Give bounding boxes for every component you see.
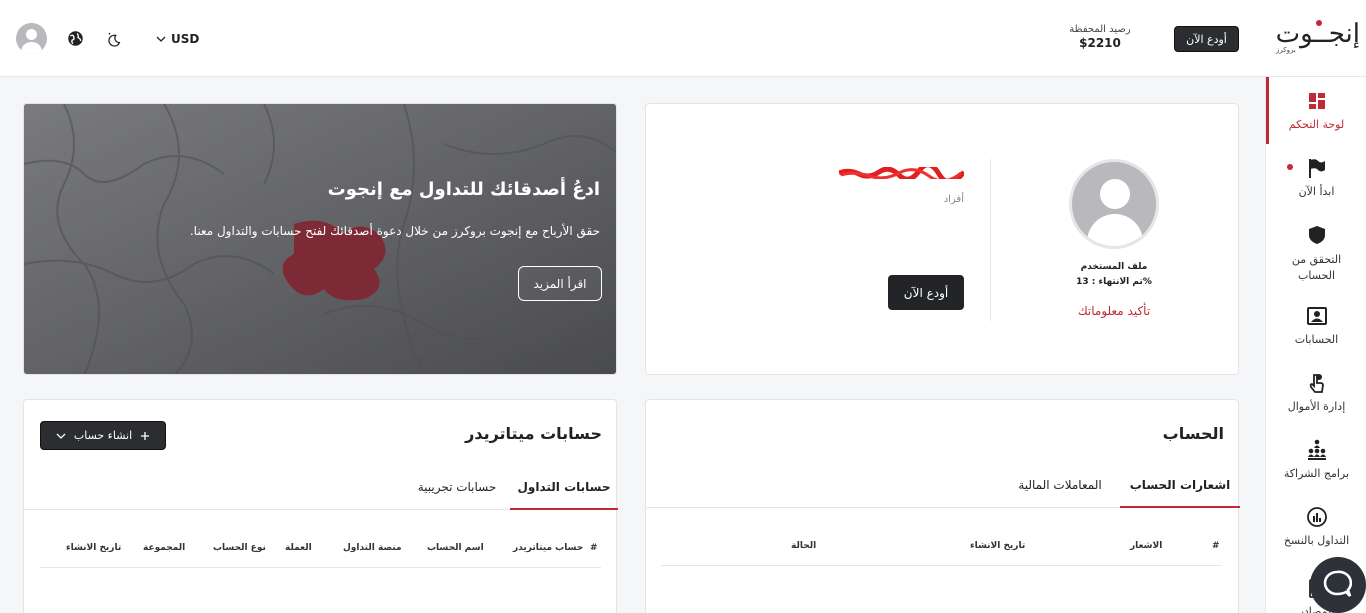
tab-financial-transactions[interactable]: المعاملات المالية: [1000, 468, 1120, 508]
dark-mode-icon[interactable]: [105, 30, 123, 48]
sidebar-item-label: لوحة التحكم: [1288, 118, 1345, 131]
redacted-username: [839, 167, 964, 179]
header-deposit-button[interactable]: أودع الآن: [1174, 26, 1239, 52]
currency-selector[interactable]: USD: [155, 30, 199, 48]
promo-description: حقق الأرباح مع إنجوت بروكرز من خلال دعوة…: [189, 224, 600, 238]
tab-trading-accounts[interactable]: حسابات التداول: [510, 470, 618, 510]
sidebar-item-label: التداول بالنسخ: [1283, 534, 1350, 547]
sidebar-item-label: الحسابات: [1294, 333, 1339, 346]
profile-completion: تم الانتهاء : 13%: [1076, 277, 1152, 287]
funds-icon: [1309, 374, 1324, 393]
create-account-button[interactable]: انشاء حساب: [40, 421, 166, 450]
create-account-label: انشاء حساب: [73, 429, 133, 442]
accounts-icon: [1306, 307, 1327, 325]
profile-divider: [990, 159, 991, 321]
col-trading-platform: منصة التداول: [343, 543, 402, 553]
col-number: #: [1212, 541, 1220, 551]
account-type: أفراد: [943, 194, 964, 205]
col-group: المجموعة: [143, 543, 186, 553]
table-header-divider: [40, 567, 601, 568]
globe-icon[interactable]: [67, 30, 84, 47]
partnership-icon: [1307, 439, 1326, 460]
currency-label: USD: [171, 32, 200, 46]
logo-subtext: بروكرز: [1276, 46, 1296, 54]
balance-label: رصيد المحفظة: [1069, 24, 1131, 35]
profile-title: ملف المستخدم: [1080, 262, 1148, 272]
live-chat-button[interactable]: [1310, 557, 1366, 613]
deposit-button[interactable]: أودع الآن: [888, 275, 964, 310]
col-account-type: نوع الحساب: [213, 543, 266, 553]
shield-icon: [1308, 226, 1325, 244]
col-currency: العملة: [285, 543, 312, 553]
brand-logo[interactable]: إنجــوت بروكرز: [1272, 18, 1360, 58]
sidebar-item-label: ابدأ الآن: [1298, 185, 1335, 198]
copy-trading-icon: [1306, 507, 1327, 527]
col-created-date: تاريخ الانشاء: [970, 541, 1026, 551]
balance-value: $2210: [1079, 36, 1121, 50]
confirm-info-link[interactable]: تأكيد معلوماتك: [1046, 304, 1182, 318]
col-status: الحالة: [791, 541, 817, 551]
sidebar-item-label: برامج الشراكة: [1283, 467, 1350, 480]
sidebar: لوحة التحكم ابدأ الآن التحقق من الحساب ا…: [1265, 77, 1366, 613]
promo-title: ادعُ أصدقائك للتداول مع إنجوت: [327, 179, 600, 200]
sidebar-item-verification[interactable]: التحقق من الحساب: [1266, 224, 1366, 284]
plus-icon: [141, 431, 150, 440]
sidebar-item-funds[interactable]: إدارة الأموال: [1266, 372, 1366, 413]
flag-icon: [1308, 159, 1325, 178]
col-account-name: اسم الحساب: [427, 543, 484, 553]
referral-promo-card: ادعُ أصدقائك للتداول مع إنجوت حقق الأربا…: [23, 103, 617, 375]
col-metatrader-account: حساب ميتاتريدر: [513, 543, 584, 553]
account-tabs: اشعارات الحساب المعاملات المالية: [646, 468, 1240, 508]
col-number: #: [590, 543, 598, 553]
col-notification: الاشعار: [1130, 541, 1163, 551]
account-title: الحساب: [1162, 424, 1224, 443]
sidebar-item-label: التحقق من الحساب: [1291, 253, 1342, 282]
profile-avatar[interactable]: [1069, 159, 1159, 249]
chevron-down-icon: [156, 36, 166, 42]
user-profile-card: ملف المستخدم تم الانتهاء : 13% تأكيد معل…: [645, 103, 1239, 375]
logo-dot: [1316, 20, 1322, 26]
tab-account-notifications[interactable]: اشعارات الحساب: [1120, 468, 1240, 508]
wallet-balance: رصيد المحفظة $2210: [1050, 24, 1150, 50]
sidebar-item-partnership[interactable]: برامج الشراكة: [1266, 439, 1366, 480]
col-created-date: تاريخ الانشاء: [66, 543, 122, 553]
chat-icon: [1323, 570, 1352, 597]
sidebar-item-accounts[interactable]: الحسابات: [1266, 305, 1366, 346]
metatrader-title: حسابات ميتاتريدر: [465, 424, 602, 443]
top-header: USD رصيد المحفظة $2210 أودع الآن إنجــوت…: [0, 0, 1366, 77]
sidebar-item-get-started[interactable]: ابدأ الآن: [1266, 157, 1366, 198]
metatrader-tabs: حسابات التداول حسابات تجريبية: [24, 470, 618, 510]
tab-demo-accounts[interactable]: حسابات تجريبية: [404, 470, 510, 510]
sidebar-item-dashboard[interactable]: لوحة التحكم: [1266, 90, 1366, 131]
metatrader-accounts-card: حسابات ميتاتريدر انشاء حساب حسابات التدا…: [23, 399, 618, 613]
chevron-down-icon: [56, 433, 66, 439]
user-avatar[interactable]: [16, 23, 47, 54]
account-card: الحساب اشعارات الحساب المعاملات المالية …: [645, 399, 1240, 613]
sidebar-item-copy-trading[interactable]: التداول بالنسخ: [1266, 506, 1366, 547]
dashboard-icon: [1308, 93, 1325, 109]
read-more-button[interactable]: اقرأ المزيد: [518, 266, 602, 301]
puzzle-background-image: [24, 104, 616, 374]
sidebar-item-label: إدارة الأموال: [1287, 400, 1346, 413]
table-header-divider: [661, 565, 1222, 566]
